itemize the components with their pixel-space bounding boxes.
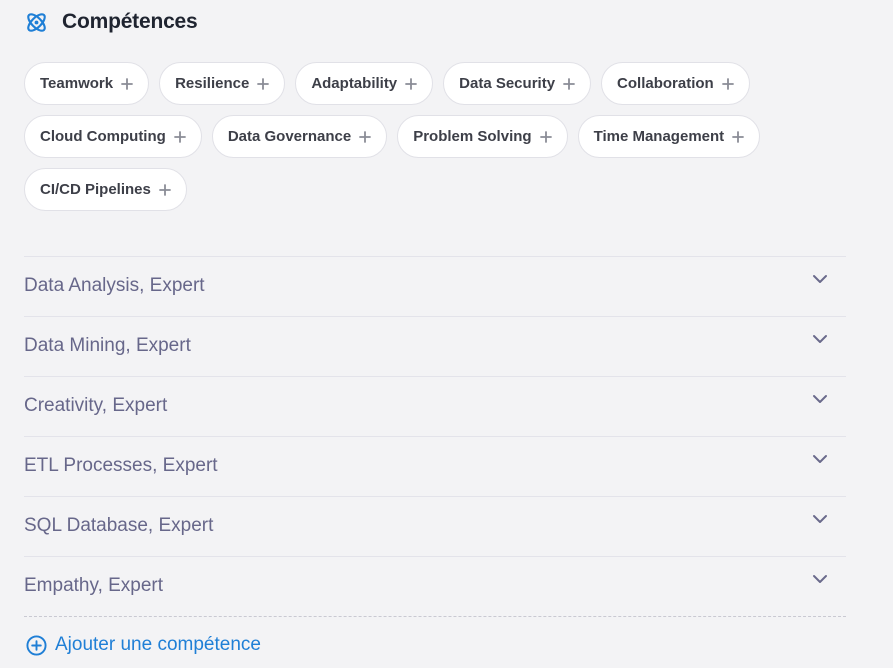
add-skill-chip[interactable]: Data Security <box>443 62 592 105</box>
skill-accordion-item[interactable]: Data Analysis, Expert <box>24 257 846 317</box>
skill-level-label: ETL Processes, Expert <box>24 455 218 476</box>
plus-icon <box>257 77 270 90</box>
add-skill-chip[interactable]: Collaboration <box>601 62 750 105</box>
skill-level-label: SQL Database, Expert <box>24 515 214 536</box>
add-skill-button[interactable]: Ajouter une compétence <box>26 634 261 656</box>
skill-chip-row: CI/CD Pipelines <box>24 168 824 211</box>
skill-chip-label: Problem Solving <box>413 128 532 145</box>
skill-level-label: Empathy, Expert <box>24 575 164 596</box>
skill-chip-label: Cloud Computing <box>40 128 166 145</box>
skill-level-label: Data Mining, Expert <box>24 335 191 356</box>
skill-accordion-item[interactable]: ETL Processes, Expert <box>24 437 846 497</box>
skill-level-label: Creativity, Expert <box>24 395 168 416</box>
plus-icon <box>563 77 575 90</box>
plus-icon <box>158 183 171 196</box>
skill-chip-label: Time Management <box>593 128 725 145</box>
plus-icon <box>405 77 418 90</box>
add-skill-chip[interactable]: Data Governance <box>211 115 388 158</box>
chevron-down-icon[interactable] <box>812 273 828 285</box>
skill-accordion-item[interactable]: Data Mining, Expert <box>24 317 846 377</box>
skill-chip-label: Data Governance <box>227 128 352 145</box>
plus-icon <box>173 130 186 143</box>
skills-list: Data Analysis, Expert Data Mining, Expert… <box>24 256 846 617</box>
skill-accordion-item[interactable]: Empathy, Expert <box>24 557 846 617</box>
plus-icon <box>359 130 372 143</box>
add-skill-chip[interactable]: Problem Solving <box>397 115 568 158</box>
chevron-down-icon[interactable] <box>812 393 828 405</box>
section-header: Compétences <box>24 9 198 35</box>
skill-accordion-item[interactable]: SQL Database, Expert <box>24 497 846 557</box>
add-skill-chip[interactable]: Resilience <box>159 62 286 105</box>
add-skill-chip[interactable]: Adaptability <box>295 62 434 105</box>
skill-chip-label: Resilience <box>175 75 250 92</box>
skill-chip-label: Data Security <box>459 75 556 92</box>
add-skill-chip[interactable]: CI/CD Pipelines <box>24 168 187 211</box>
skill-chip-row: Teamwork Resilience Adaptability Data Secur… <box>24 62 824 105</box>
plus-icon <box>732 130 745 143</box>
plus-circle-icon <box>26 634 47 656</box>
suggested-skills: Teamwork Resilience Adaptability Data Secur… <box>24 62 824 221</box>
skill-level-label: Data Analysis, Expert <box>24 275 205 296</box>
skill-chip-label: Teamwork <box>40 75 114 92</box>
add-skill-label: Ajouter une compétence <box>55 634 261 655</box>
chevron-down-icon[interactable] <box>812 573 828 585</box>
atom-icon <box>27 12 46 32</box>
skill-chip-row: Cloud Computing Data Governance Problem So… <box>24 115 824 158</box>
skill-chip-label: CI/CD Pipelines <box>40 181 151 198</box>
skill-chip-label: Collaboration <box>617 75 714 92</box>
plus-icon <box>539 130 552 143</box>
section-title: Compétences <box>62 10 198 33</box>
add-skill-chip[interactable]: Teamwork <box>24 62 150 105</box>
plus-icon <box>721 77 734 90</box>
plus-icon <box>121 77 133 90</box>
chevron-down-icon[interactable] <box>812 513 828 525</box>
chevron-down-icon[interactable] <box>812 453 828 465</box>
chevron-down-icon[interactable] <box>812 333 828 345</box>
skill-chip-label: Adaptability <box>311 75 398 92</box>
skill-accordion-item[interactable]: Creativity, Expert <box>24 377 846 437</box>
add-skill-chip[interactable]: Time Management <box>577 115 761 158</box>
add-skill-chip[interactable]: Cloud Computing <box>24 115 202 158</box>
